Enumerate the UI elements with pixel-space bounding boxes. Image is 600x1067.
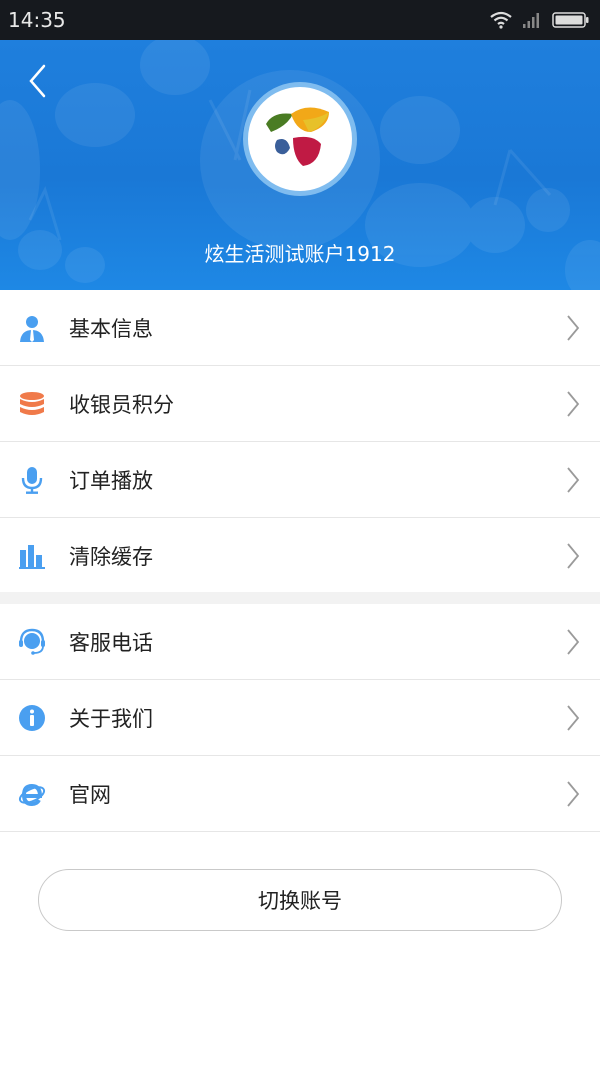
app-logo-icon <box>266 107 329 166</box>
chevron-left-icon <box>29 64 46 98</box>
info-icon <box>19 705 45 731</box>
menu-item-order-broadcast[interactable]: 订单播放 <box>0 442 600 518</box>
menu-item-about-us[interactable]: 关于我们 <box>0 680 600 756</box>
bar-chart-icon <box>19 545 45 569</box>
chevron-right-icon <box>567 543 580 569</box>
chevron-right-icon <box>567 467 580 493</box>
microphone-icon <box>21 467 43 494</box>
chevron-right-icon <box>567 629 580 655</box>
menu-label: 基本信息 <box>69 316 153 341</box>
switch-account-button[interactable]: 切换账号 <box>38 869 562 931</box>
menu-label: 清除缓存 <box>69 544 153 569</box>
chevron-right-icon <box>567 705 580 731</box>
database-icon <box>20 392 44 415</box>
menu-label: 关于我们 <box>69 706 153 731</box>
menu-label: 官网 <box>69 782 111 807</box>
section-divider <box>0 592 600 604</box>
menu-label: 客服电话 <box>69 630 153 655</box>
status-bar: 14:35 <box>0 0 600 40</box>
menu-item-basic-info[interactable]: 基本信息 <box>0 290 600 366</box>
account-name: 炫生活测试账户1912 <box>204 242 396 266</box>
menu-group-support: 客服电话 关于我们 官网 <box>0 604 600 832</box>
battery-icon <box>552 12 589 28</box>
chevron-right-icon <box>567 315 580 341</box>
signal-icon <box>523 13 539 28</box>
wifi-icon <box>490 11 512 29</box>
menu-item-cashier-points[interactable]: 收银员积分 <box>0 366 600 442</box>
status-icons <box>490 10 590 30</box>
menu-label: 收银员积分 <box>69 392 174 417</box>
menu-item-clear-cache[interactable]: 清除缓存 <box>0 518 600 594</box>
user-icon <box>20 316 44 342</box>
chevron-right-icon <box>567 391 580 417</box>
avatar <box>243 82 357 196</box>
menu-label: 订单播放 <box>69 468 153 493</box>
menu-item-customer-service[interactable]: 客服电话 <box>0 604 600 680</box>
menu-group-account: 基本信息 收银员积分 订单播放 清除缓存 <box>0 290 600 594</box>
menu-item-official-website[interactable]: 官网 <box>0 756 600 832</box>
chevron-right-icon <box>567 781 580 807</box>
back-button[interactable] <box>22 60 58 100</box>
profile-header: 炫生活测试账户1912 <box>0 40 600 290</box>
status-time: 14:35 <box>8 8 66 32</box>
browser-e-icon <box>18 783 46 807</box>
headset-icon <box>19 628 45 655</box>
